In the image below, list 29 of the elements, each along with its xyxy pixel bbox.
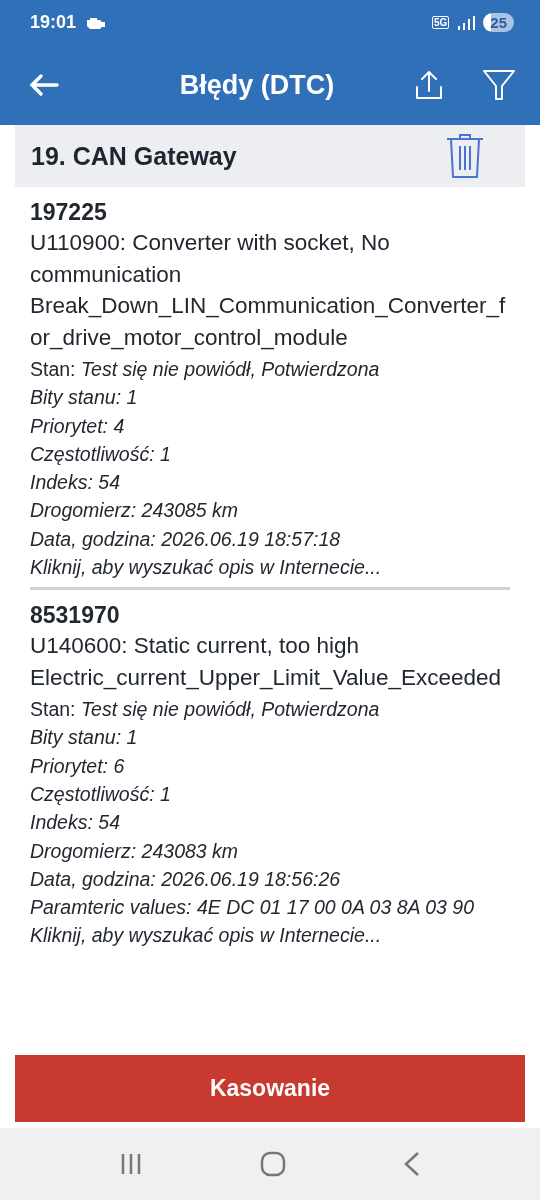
error-detail: Częstotliwość: 1	[30, 781, 172, 807]
status-time: 19:01	[30, 12, 77, 33]
error-detail: Stan: Test się nie powiódł, Potwierdzona	[30, 357, 381, 382]
error-detail: Częstotliwość: 1	[30, 441, 172, 467]
error-detail: Bity stanu: 1	[30, 385, 139, 411]
error-detail: Paramteric values: 4E DC 01 17 00 0A 03 8A 03 90	[30, 895, 476, 921]
screen-title: Błędy (DTC)	[178, 69, 336, 101]
error-detail: Bity stanu: 1	[30, 725, 139, 751]
error-detail: Drogomierz: 243085 km	[30, 498, 240, 524]
error-detail: Indeks: 54	[30, 470, 121, 496]
search-online-link[interactable]: Kliknij, aby wyszukać opis w Internecie...	[30, 921, 510, 950]
error-detail: Priorytet: 6	[30, 753, 126, 779]
error-description: U140600: Static current, too high Electric_current_Upper_Limit_Value_Exceeded	[30, 632, 503, 692]
home-icon[interactable]	[260, 1151, 286, 1177]
error-detail: Data, godzina: 2026.06.19 18:56:26	[30, 866, 342, 892]
search-online-link[interactable]: Kliknij, aby wyszukać opis w Internecie...	[30, 553, 510, 582]
error-detail: Indeks: 54	[30, 810, 121, 836]
clear-button[interactable]: Kasowanie	[15, 1055, 525, 1122]
error-detail: Priorytet: 4	[30, 413, 126, 439]
signal-icon	[457, 14, 476, 31]
error-code: 8531970	[30, 601, 121, 631]
engine-icon	[84, 15, 107, 30]
error-detail: Stan: Test się nie powiódł, Potwierdzona	[30, 697, 381, 723]
module-title: 19. CAN Gateway	[31, 141, 237, 171]
error-detail: Data, godzina: 2026.06.19 18:57:18	[30, 526, 342, 552]
error-code: 197225	[30, 198, 108, 227]
error-description: U110900: Converter with socket, No communication Break_Down_LIN_Communication_Converter_for_drive_motor_control_module	[30, 229, 507, 352]
error-detail: Drogomierz: 243083 km	[30, 838, 240, 864]
network-badge: 5G	[431, 16, 450, 29]
